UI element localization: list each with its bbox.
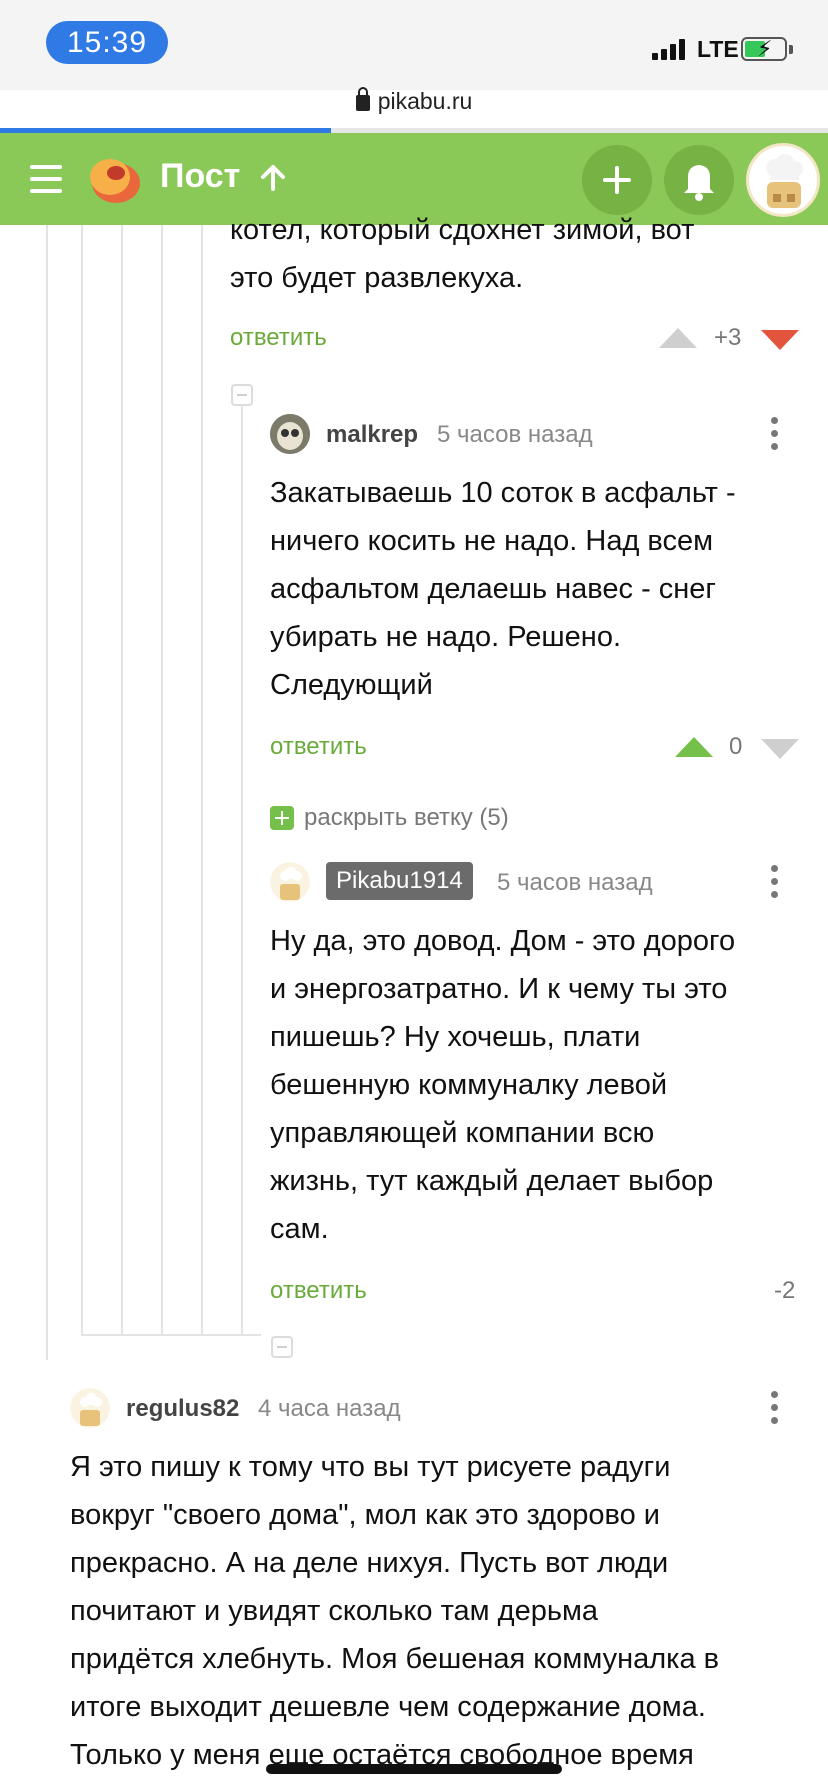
add-post-button[interactable] <box>582 145 652 215</box>
comment-text: асфальтом делаешь навес - снег <box>270 573 717 605</box>
expand-thread-link[interactable]: раскрыть ветку (5) <box>304 804 509 832</box>
more-options-icon[interactable] <box>771 865 779 899</box>
comment-text: Закатываешь 10 соток в асфальт - <box>270 477 736 509</box>
comment-text: и энергозатратно. И к чему ты это <box>270 973 728 1005</box>
comment-text: Я это пишу к тому что вы тут рисуете рад… <box>70 1451 671 1483</box>
downvote-icon[interactable] <box>761 330 799 350</box>
signal-icon <box>652 38 688 60</box>
battery-icon: ⚡ <box>741 36 787 61</box>
comment-text: вокруг "своего дома", мол как это здоров… <box>70 1499 660 1531</box>
comment-time: 4 часа назад <box>258 1395 401 1422</box>
comment-text: управляющей компании всю <box>270 1117 655 1149</box>
comment-text: прекрасно. А на деле нихуя. Пусть вот лю… <box>70 1547 669 1579</box>
downvote-icon[interactable] <box>761 739 799 759</box>
comment-score: +3 <box>714 324 742 351</box>
comment-text: убирать не надо. Решено. <box>270 621 622 653</box>
comment-time: 5 часов назад <box>497 869 653 896</box>
comment-text: почитают и увидят сколько там дерьма <box>70 1595 599 1627</box>
menu-icon[interactable] <box>30 165 62 193</box>
comment-text: Следующий <box>270 669 433 701</box>
avatar[interactable] <box>70 1388 110 1428</box>
upvote-icon[interactable] <box>659 328 697 348</box>
comment-text: котел, который сдохнет зимой, вот <box>230 214 695 246</box>
comment-score: 0 <box>729 733 743 760</box>
network-label: LTE <box>697 36 739 62</box>
comment-text: пишешь? Ну хочешь, плати <box>270 1021 641 1053</box>
comment-score: -2 <box>774 1277 796 1304</box>
more-options-icon[interactable] <box>771 1391 779 1425</box>
status-bar: 15:39 LTE ⚡ <box>0 0 828 90</box>
notifications-button[interactable] <box>664 145 734 215</box>
comment-text: итоге выходит дешевле чем содержание дом… <box>70 1691 706 1723</box>
collapse-thread-icon[interactable] <box>271 1336 293 1358</box>
url-bar[interactable]: pikabu.ru <box>0 87 828 115</box>
comment-text: жизнь, тут каждый делает выбор <box>270 1165 714 1197</box>
bell-icon <box>684 165 714 201</box>
status-time: 15:39 <box>46 21 168 64</box>
user-avatar[interactable] <box>746 143 820 217</box>
comment-author[interactable]: regulus82 <box>126 1395 239 1423</box>
chef-avatar-icon <box>766 154 803 208</box>
lock-icon <box>355 87 370 111</box>
chef-avatar-icon <box>70 1388 110 1428</box>
upvote-icon[interactable] <box>675 737 713 757</box>
comment-text: это будет развлекуха. <box>230 262 524 294</box>
avatar[interactable] <box>270 862 310 902</box>
comment-author-badge[interactable]: Pikabu1914 <box>326 862 473 900</box>
comment-text: бешенную коммуналку левой <box>270 1069 668 1101</box>
comment-text: ничего косить не надо. Над всем <box>270 525 714 557</box>
expand-thread-icon[interactable] <box>270 806 294 830</box>
url-text: pikabu.ru <box>377 88 473 114</box>
comment-author[interactable]: malkrep <box>326 421 418 449</box>
pikabu-logo-icon[interactable] <box>86 151 142 207</box>
reply-link[interactable]: ответить <box>270 733 367 761</box>
reply-link[interactable]: ответить <box>270 1277 367 1305</box>
comment-text: сам. <box>270 1213 329 1245</box>
collapse-thread-icon[interactable] <box>231 384 253 406</box>
chef-avatar-icon <box>270 862 310 902</box>
comment-text: придётся хлебнуть. Моя бешеная коммуналк… <box>70 1643 720 1675</box>
page-title: Пост <box>160 157 241 195</box>
more-options-icon[interactable] <box>771 417 779 451</box>
comment-text: Ну да, это довод. Дом - это дорого <box>270 925 736 957</box>
owl-avatar-icon <box>270 414 310 454</box>
scroll-up-icon[interactable] <box>259 163 287 193</box>
home-indicator[interactable] <box>266 1764 562 1774</box>
reply-link[interactable]: ответить <box>230 324 327 352</box>
avatar[interactable] <box>270 414 310 454</box>
comment-time: 5 часов назад <box>437 421 593 448</box>
